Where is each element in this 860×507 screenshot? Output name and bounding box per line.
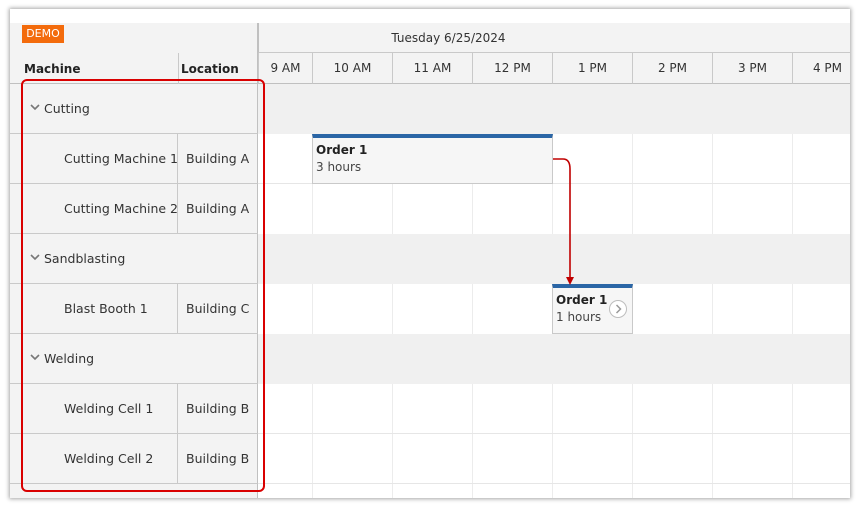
grid-line xyxy=(712,384,713,498)
grid-line xyxy=(312,284,313,334)
time-header-3pm: 3 PM xyxy=(712,53,792,84)
event-duration: 1 hours xyxy=(556,310,602,324)
grid-line xyxy=(792,134,793,234)
grid-line xyxy=(712,134,713,234)
event-title: Order 1 xyxy=(556,293,608,307)
time-header-10am: 10 AM xyxy=(312,53,392,84)
group-row-cutting-bg xyxy=(258,84,850,134)
demo-badge: DEMO xyxy=(22,25,64,43)
event-duration: 3 hours xyxy=(316,160,362,174)
event-order-1-blasting[interactable]: Order 1 1 hours xyxy=(552,284,633,334)
grid-line xyxy=(792,384,793,498)
grid-line xyxy=(258,483,850,484)
grid-line xyxy=(472,384,473,498)
chevron-right-circle-icon[interactable] xyxy=(608,299,628,322)
date-header: Tuesday 6/25/2024 xyxy=(258,23,850,53)
event-title: Order 1 xyxy=(316,143,368,157)
grid-line xyxy=(632,384,633,498)
event-order-1-cutting[interactable]: Order 1 3 hours xyxy=(312,134,553,184)
scheduler: DEMO Machine Location Tuesday 6/25/2024 … xyxy=(10,9,850,498)
event-link-arrow[interactable] xyxy=(545,149,585,289)
group-row-welding-bg xyxy=(258,334,850,384)
grid-line xyxy=(472,284,473,334)
time-header-4pm: 4 PM xyxy=(792,53,850,84)
time-header-12pm: 12 PM xyxy=(472,53,552,84)
grid-line xyxy=(712,284,713,334)
grid-line xyxy=(392,284,393,334)
grid-line xyxy=(392,384,393,498)
time-header-2pm: 2 PM xyxy=(632,53,712,84)
highlight-outline xyxy=(21,79,265,492)
grid-line xyxy=(552,384,553,498)
time-header-1pm: 1 PM xyxy=(552,53,632,84)
grid-line xyxy=(792,284,793,334)
grid-line xyxy=(632,134,633,234)
time-header-11am: 11 AM xyxy=(392,53,472,84)
grid-line xyxy=(312,384,313,498)
time-header-9am: 9 AM xyxy=(258,53,312,84)
grid-line xyxy=(258,433,850,434)
